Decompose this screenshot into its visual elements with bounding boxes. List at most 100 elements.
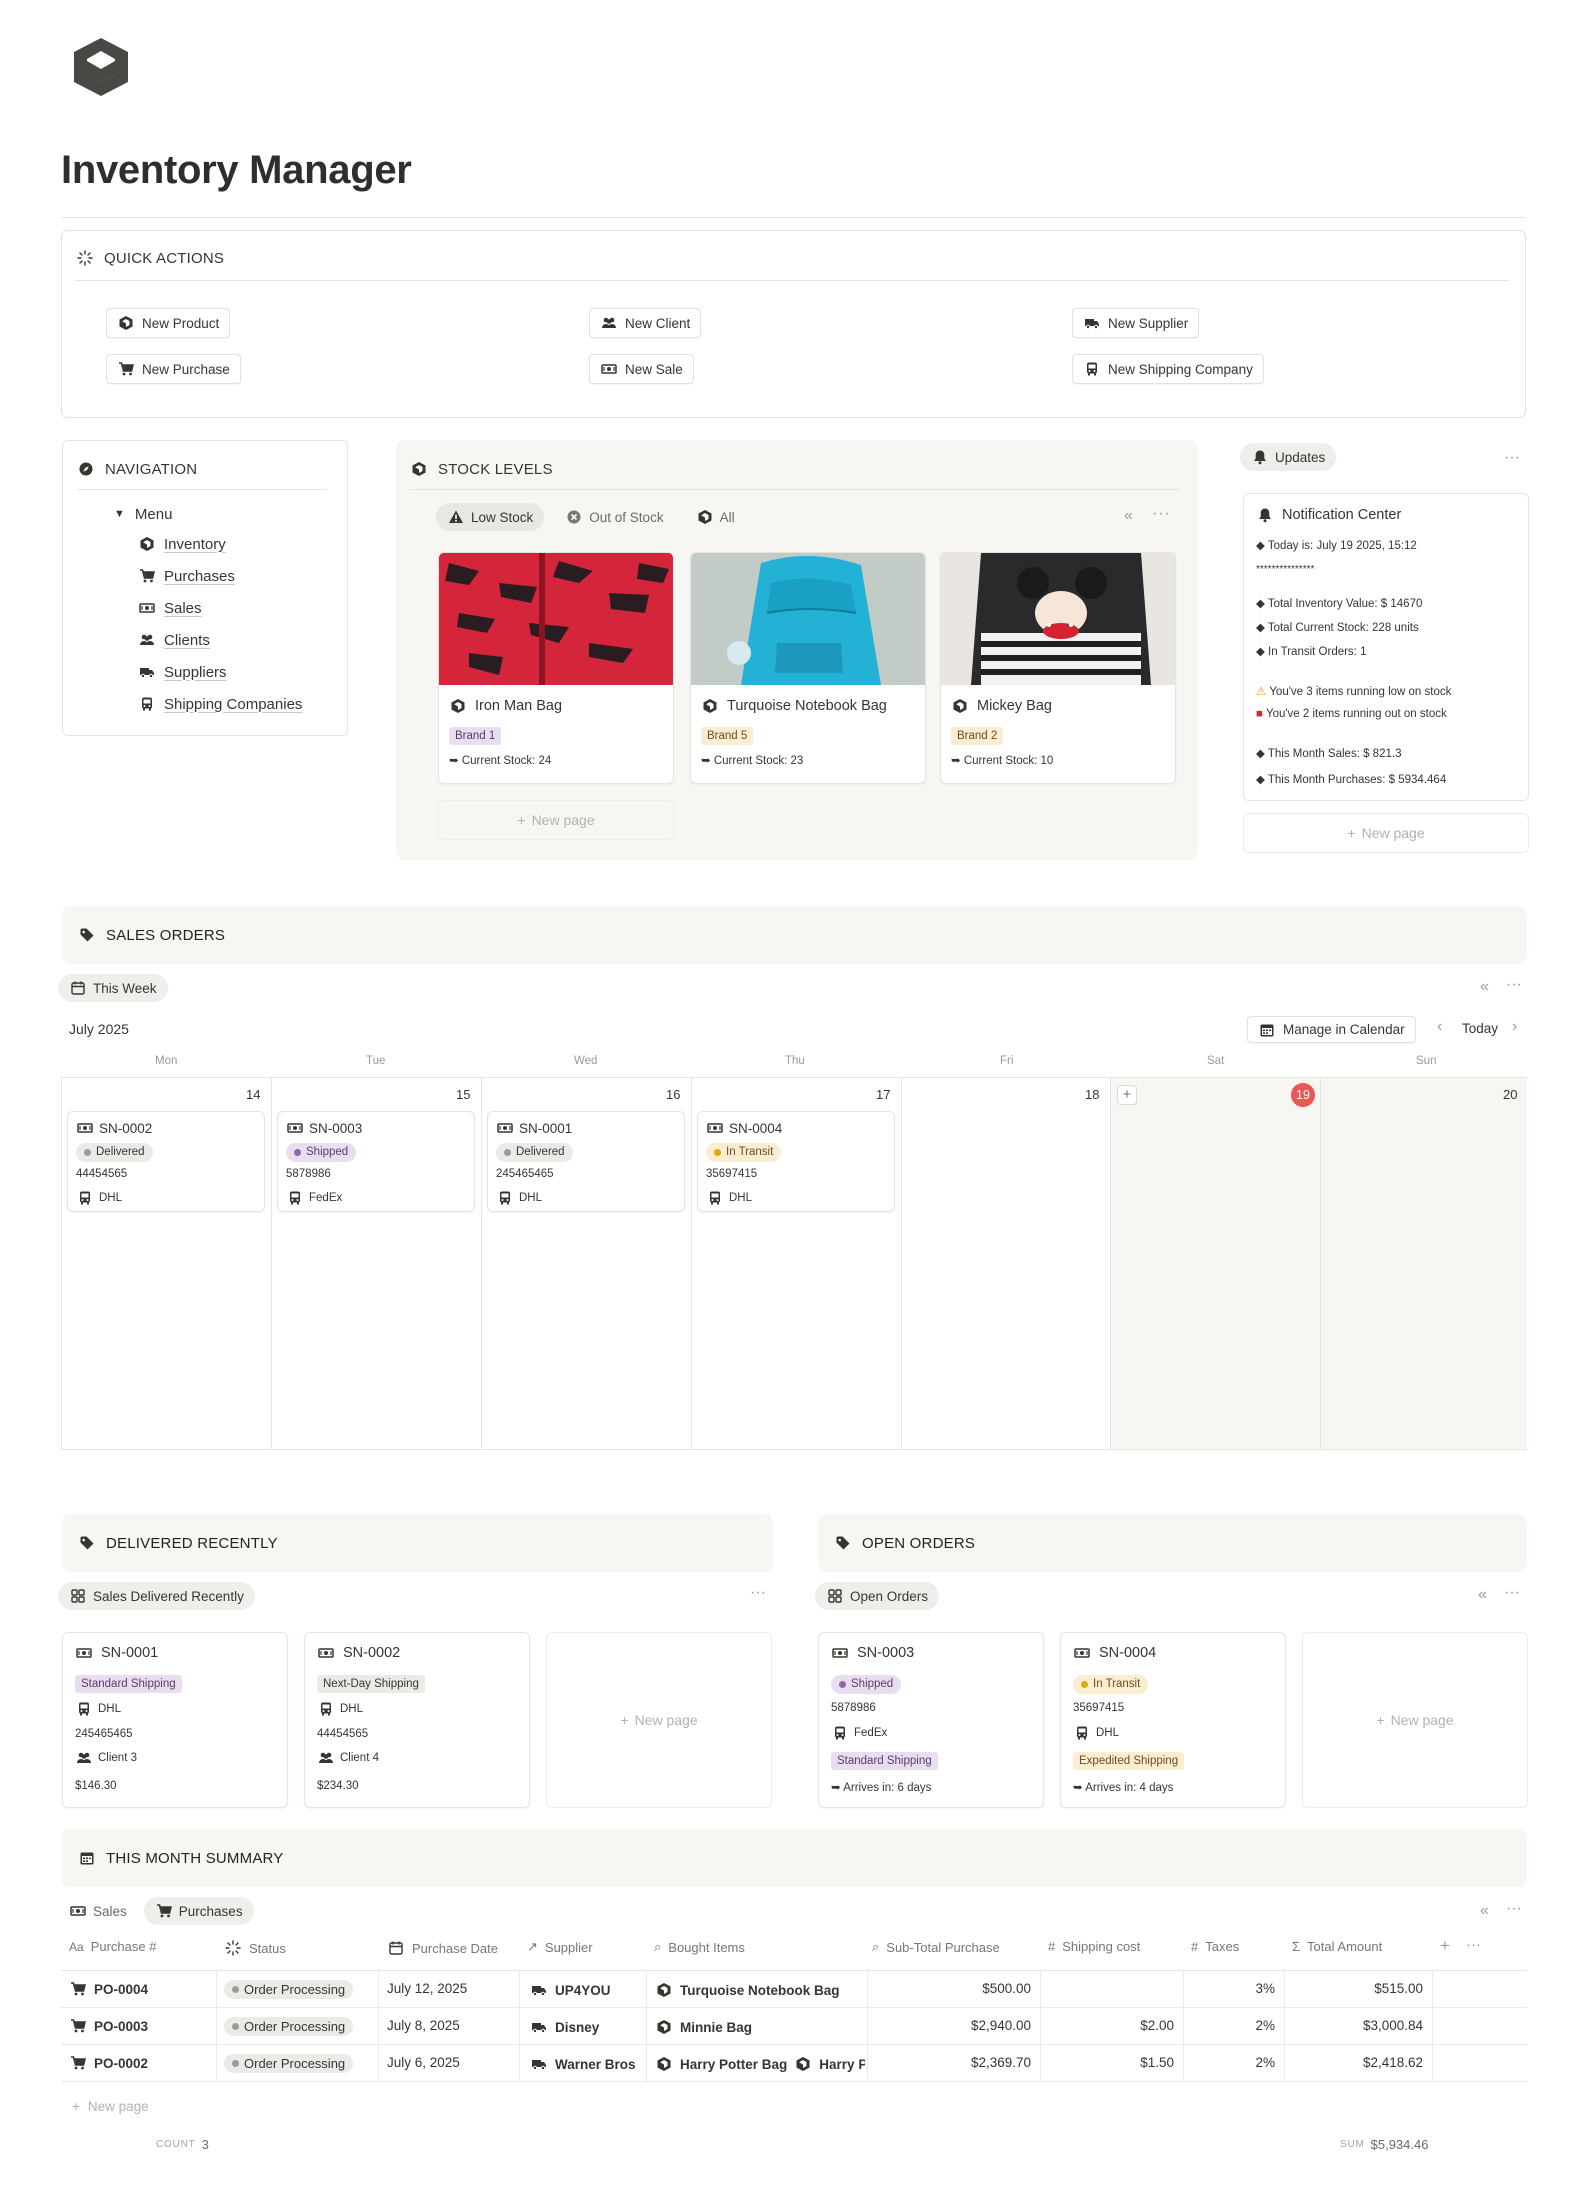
more-options-icon[interactable]: ··· (1152, 505, 1171, 523)
items-cell[interactable]: Turquoise Notebook Bag (655, 1981, 840, 1999)
view-sales-delivered-recently[interactable]: Sales Delivered Recently (58, 1582, 255, 1610)
status-cell[interactable]: Order Processing (224, 1980, 354, 1999)
tag-icon (78, 926, 96, 944)
open-order-card[interactable]: SN-0003 Shipped 5878986 FedEx Standard S… (818, 1632, 1044, 1808)
subtotal-cell[interactable]: $2,369.70 (877, 2055, 1031, 2070)
open-order-card[interactable]: SN-0004 In Transit 35697415 DHL Expedite… (1060, 1632, 1286, 1808)
new-product-button[interactable]: New Product (106, 308, 231, 338)
manage-in-calendar-button[interactable]: Manage in Calendar (1247, 1016, 1416, 1043)
stock-card[interactable]: Iron Man Bag Brand 1 ➥ Current Stock: 24 (438, 552, 674, 784)
column-header-supplier[interactable]: ↗ Supplier (527, 1939, 593, 1955)
date-cell[interactable]: July 12, 2025 (387, 1981, 467, 1996)
stock-card[interactable]: Turquoise Notebook Bag Brand 5 ➥ Current… (690, 552, 926, 784)
items-cell[interactable]: Harry Potter BagHarry Po (655, 2055, 865, 2073)
taxes-cell[interactable]: 2% (1193, 2018, 1275, 2033)
collapse-icon[interactable]: « (1478, 1586, 1487, 1604)
nav-item-suppliers[interactable]: Suppliers (138, 656, 302, 688)
tab-purchases[interactable]: Purchases (143, 1897, 254, 1925)
more-options-icon[interactable]: ··· (750, 1584, 766, 1602)
nav-item-sales[interactable]: Sales (138, 592, 302, 624)
new-page-button[interactable]: + New page (546, 1632, 772, 1808)
status-badge: Shipped (286, 1143, 357, 1162)
total-cell[interactable]: $2,418.62 (1294, 2055, 1423, 2070)
column-header-taxes[interactable]: # Taxes (1191, 1939, 1239, 1954)
taxes-cell[interactable]: 3% (1193, 1981, 1275, 1996)
more-options-icon[interactable]: ··· (1466, 1936, 1481, 1953)
new-purchase-button[interactable]: New Purchase (106, 354, 241, 384)
calendar-day-cell[interactable] (1320, 1077, 1527, 1450)
delivered-card[interactable]: SN-0001 Standard Shipping DHL 245465465 … (62, 1632, 288, 1808)
more-options-icon[interactable]: ··· (1506, 976, 1522, 994)
column-header-shipping-cost[interactable]: # Shipping cost (1048, 1939, 1140, 1954)
nav-item-purchases[interactable]: Purchases (138, 560, 302, 592)
subtotal-cell[interactable]: $2,940.00 (877, 2018, 1031, 2033)
purchase-id-cell[interactable]: PO-0003 (69, 2017, 148, 2035)
order-card[interactable]: SN-0003 Shipped 5878986 FedEx (277, 1111, 475, 1212)
purchase-id-cell[interactable]: PO-0002 (69, 2054, 148, 2072)
new-page-button[interactable]: + New page (1243, 813, 1529, 853)
tab-sales[interactable]: Sales (58, 1897, 138, 1925)
notification-center-card[interactable]: Notification Center ◆ Today is: July 19 … (1243, 493, 1529, 801)
prev-week-icon[interactable]: ‹ (1437, 1018, 1442, 1036)
new-shipping-company-button[interactable]: New Shipping Company (1072, 354, 1264, 384)
subtotal-cell[interactable]: $500.00 (877, 1981, 1031, 1996)
today-button[interactable]: Today (1462, 1021, 1498, 1036)
purchase-id-cell[interactable]: PO-0004 (69, 1980, 148, 1998)
total-cell[interactable]: $3,000.84 (1294, 2018, 1423, 2033)
new-page-button[interactable]: + New page (1302, 1632, 1528, 1808)
collapse-icon[interactable]: « (1124, 507, 1133, 525)
calendar-day-cell[interactable] (1110, 1077, 1320, 1450)
column-header-subtotal[interactable]: ⌕ Sub-Total Purchase (872, 1939, 1000, 1955)
order-card[interactable]: SN-0001 Delivered 245465465 DHL (487, 1111, 685, 1212)
items-cell[interactable]: Minnie Bag (655, 2018, 752, 2036)
stock-card[interactable]: Mickey Bag Brand 2 ➥ Current Stock: 10 (940, 552, 1176, 784)
shipping-cost-cell[interactable]: $1.50 (1050, 2055, 1174, 2070)
supplier-cell[interactable]: UP4YOU (530, 1981, 611, 1999)
column-header-purchase-number[interactable]: Aa Purchase # (69, 1939, 156, 1954)
date-cell[interactable]: July 6, 2025 (387, 2055, 460, 2070)
collapse-icon[interactable]: « (1480, 1902, 1489, 1920)
tab-low-stock[interactable]: Low Stock (436, 503, 545, 531)
column-header-purchase-date[interactable]: Purchase Date (387, 1939, 498, 1957)
new-client-button[interactable]: New Client (589, 308, 702, 338)
next-week-icon[interactable]: › (1512, 1018, 1517, 1036)
column-header-total-amount[interactable]: Σ Total Amount (1292, 1939, 1382, 1954)
column-header-bought-items[interactable]: ⌕ Bought Items (654, 1939, 745, 1955)
add-column-icon[interactable]: + (1440, 1936, 1450, 1956)
nav-item-clients[interactable]: Clients (138, 624, 302, 656)
shipping-type-tag: Next-Day Shipping (317, 1675, 425, 1693)
add-event-button[interactable]: + (1117, 1085, 1137, 1105)
total-cell[interactable]: $515.00 (1294, 1981, 1423, 1996)
supplier-cell[interactable]: Warner Bros (530, 2055, 636, 2073)
status-cell[interactable]: Order Processing (224, 2054, 354, 2073)
order-card[interactable]: SN-0004 In Transit 35697415 DHL (697, 1111, 895, 1212)
status-cell[interactable]: Order Processing (224, 2017, 354, 2036)
date-cell[interactable]: July 8, 2025 (387, 2018, 460, 2033)
view-open-orders[interactable]: Open Orders (815, 1582, 940, 1610)
calendar-day-cell[interactable] (901, 1077, 1110, 1450)
shipping-cost-cell[interactable]: $2.00 (1050, 2018, 1174, 2033)
more-options-icon[interactable]: ··· (1504, 1584, 1520, 1602)
menu-toggle[interactable]: ▼ Menu (114, 502, 172, 526)
more-options-icon[interactable]: ··· (1506, 1900, 1522, 1918)
new-page-button[interactable]: + New page (438, 800, 674, 840)
new-page-row-button[interactable]: + New page (72, 2099, 149, 2114)
tab-out-of-stock[interactable]: Out of Stock (554, 503, 674, 531)
tab-all[interactable]: All (685, 503, 746, 531)
new-sale-button[interactable]: New Sale (589, 354, 694, 384)
view-this-week[interactable]: This Week (58, 974, 168, 1002)
status-property-icon (224, 1939, 242, 1957)
more-options-icon[interactable]: ··· (1504, 449, 1520, 467)
delivered-card[interactable]: SN-0002 Next-Day Shipping DHL 44454565 C… (304, 1632, 530, 1808)
nav-item-shipping-companies[interactable]: Shipping Companies (138, 688, 302, 720)
stock-levels-header: STOCK LEVELS (410, 460, 553, 478)
collapse-icon[interactable]: « (1480, 978, 1489, 996)
order-card[interactable]: SN-0002 Delivered 44454565 DHL (67, 1111, 265, 1212)
taxes-cell[interactable]: 2% (1193, 2055, 1275, 2070)
column-header-status[interactable]: Status (224, 1939, 286, 1957)
nav-item-inventory[interactable]: Inventory (138, 528, 302, 560)
tab-updates[interactable]: Updates (1240, 443, 1337, 471)
alarm-icon: ■ (1256, 708, 1263, 720)
new-supplier-button[interactable]: New Supplier (1072, 308, 1200, 338)
supplier-cell[interactable]: Disney (530, 2018, 599, 2036)
